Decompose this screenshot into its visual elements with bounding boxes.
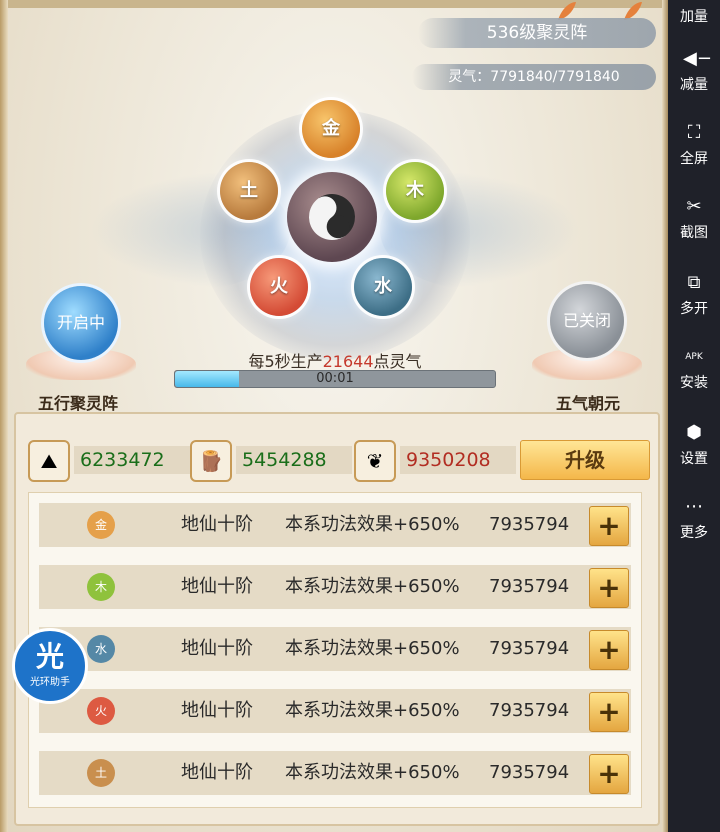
add-button[interactable]: + <box>589 754 629 794</box>
emulator-sidebar: 加量 ◀− 减量 ⛶ 全屏 ✂ 截图 ⧉ 多开 APK 安装 ⬢ 设置 ⋯ 更多 <box>668 0 720 832</box>
settings-icon: ⬢ <box>686 422 702 443</box>
sidebar-item-volume-up[interactable]: 加量 <box>668 6 720 26</box>
row-value: 7935794 <box>489 514 570 535</box>
element-earth-orb[interactable]: 土 <box>220 162 278 220</box>
sidebar-label: 减量 <box>680 77 708 93</box>
fire-badge-icon: 火 <box>87 697 115 725</box>
row-value: 7935794 <box>489 700 570 721</box>
row-effect: 本系功法效果+650% <box>285 638 460 659</box>
water-badge-icon: 水 <box>87 635 115 663</box>
multi-window-icon: ⧉ <box>687 272 701 293</box>
element-list: 金 地仙十阶 本系功法效果+650% 7935794 + 木 地仙十阶 本系功法… <box>28 492 642 808</box>
five-qi-label: 五气朝元 <box>556 394 621 413</box>
frame-left <box>0 0 8 832</box>
sidebar-label: 安装 <box>680 375 708 391</box>
row-effect: 本系功法效果+650% <box>285 514 460 535</box>
production-suffix: 点灵气 <box>373 352 422 371</box>
add-button[interactable]: + <box>589 506 629 546</box>
element-wood-orb[interactable]: 木 <box>386 162 444 220</box>
assistant-label: 光环助手 <box>30 677 70 688</box>
assistant-float-button[interactable]: 光 光环助手 <box>12 628 88 704</box>
row-rank: 地仙十阶 <box>181 700 253 721</box>
sidebar-item-install[interactable]: APK 安装 <box>668 346 720 392</box>
active-toggle-button[interactable]: 开启中 <box>44 286 118 360</box>
row-rank: 地仙十阶 <box>181 762 253 783</box>
list-item: 水 地仙十阶 本系功法效果+650% 7935794 + <box>39 627 631 671</box>
row-value: 7935794 <box>489 576 570 597</box>
sidebar-label: 全屏 <box>680 151 708 167</box>
five-element-array-label: 五行聚灵阵 <box>38 394 119 413</box>
row-value: 7935794 <box>489 762 570 783</box>
energy-readout: 灵气：7791840/7791840 <box>412 64 656 90</box>
game-view: 536级聚灵阵 灵气：7791840/7791840 金 木 水 火 土 开启中… <box>0 0 668 832</box>
row-effect: 本系功法效果+650% <box>285 576 460 597</box>
production-prefix: 每5秒生产 <box>248 352 323 371</box>
sidebar-item-fullscreen[interactable]: ⛶ 全屏 <box>668 122 720 168</box>
sidebar-label: 加量 <box>680 9 708 25</box>
production-value: 21644 <box>322 352 374 371</box>
array-level-title: 536级聚灵阵 <box>418 18 656 48</box>
production-progress-bar: 00:01 <box>174 370 496 388</box>
list-item: 金 地仙十阶 本系功法效果+650% 7935794 + <box>39 503 631 547</box>
add-button[interactable]: + <box>589 568 629 608</box>
row-effect: 本系功法效果+650% <box>285 700 460 721</box>
sidebar-item-more[interactable]: ⋯ 更多 <box>668 496 720 542</box>
wood-logs-icon: 🪵 <box>190 440 232 482</box>
row-value: 7935794 <box>489 638 570 659</box>
sidebar-label: 设置 <box>680 451 708 467</box>
row-effect: 本系功法效果+650% <box>285 762 460 783</box>
earth-badge-icon: 土 <box>87 759 115 787</box>
apk-icon: APK <box>685 352 703 362</box>
list-item: 土 地仙十阶 本系功法效果+650% 7935794 + <box>39 751 631 795</box>
sidebar-label: 更多 <box>680 525 708 541</box>
sidebar-label: 多开 <box>680 301 708 317</box>
resource-value: 5454288 <box>236 446 352 474</box>
list-item: 木 地仙十阶 本系功法效果+650% 7935794 + <box>39 565 631 609</box>
yin-yang-icon[interactable] <box>287 172 377 262</box>
sidebar-item-screenshot[interactable]: ✂ 截图 <box>668 196 720 242</box>
row-rank: 地仙十阶 <box>181 638 253 659</box>
upgrade-button[interactable]: 升级 <box>520 440 650 480</box>
closed-toggle-button[interactable]: 已关闭 <box>550 284 624 358</box>
row-rank: 地仙十阶 <box>181 514 253 535</box>
resource-value: 9350208 <box>400 446 516 474</box>
progress-timer: 00:01 <box>316 371 354 386</box>
element-fire-orb[interactable]: 火 <box>250 258 308 316</box>
resource-value: 6233472 <box>74 446 190 474</box>
add-button[interactable]: + <box>589 630 629 670</box>
add-button[interactable]: + <box>589 692 629 732</box>
sidebar-item-settings[interactable]: ⬢ 设置 <box>668 422 720 468</box>
sidebar-item-multi[interactable]: ⧉ 多开 <box>668 272 720 318</box>
element-water-orb[interactable]: 水 <box>354 258 412 316</box>
sidebar-label: 截图 <box>680 225 708 241</box>
herb-icon: ❦ <box>354 440 396 482</box>
gold-badge-icon: 金 <box>87 511 115 539</box>
more-icon: ⋯ <box>685 496 703 517</box>
sidebar-item-volume-down[interactable]: ◀− 减量 <box>668 48 720 94</box>
production-rate: 每5秒生产21644点灵气 <box>180 348 490 372</box>
assistant-logo-glyph: 光 <box>35 640 64 673</box>
element-gold-orb[interactable]: 金 <box>302 100 360 158</box>
list-item: 火 地仙十阶 本系功法效果+650% 7935794 + <box>39 689 631 733</box>
wood-badge-icon: 木 <box>87 573 115 601</box>
row-rank: 地仙十阶 <box>181 576 253 597</box>
ore-icon: ⛰ <box>28 440 70 482</box>
scissors-icon: ✂ <box>686 196 702 217</box>
volume-down-icon: ◀− <box>683 48 712 69</box>
fullscreen-icon: ⛶ <box>687 122 701 143</box>
